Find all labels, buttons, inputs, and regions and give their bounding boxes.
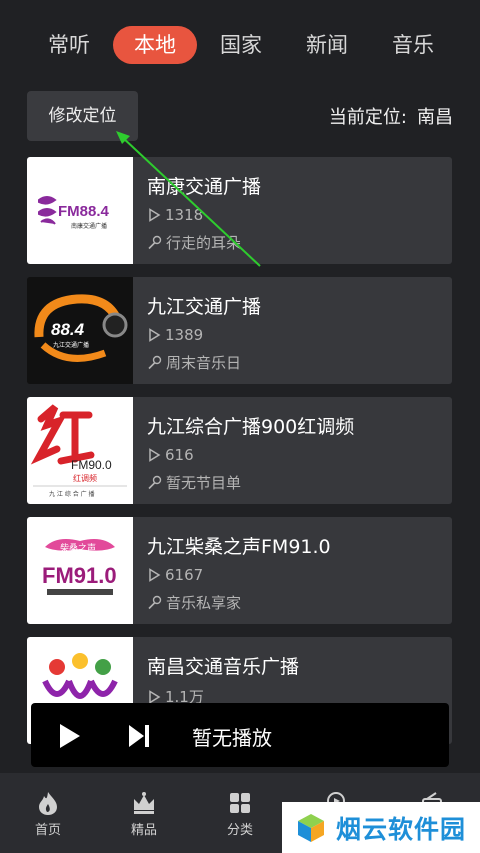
nav-premium-label: 精品 [130, 823, 157, 838]
watermark-text: 烟云软件园 [336, 814, 467, 844]
cube-logo-icon [298, 813, 324, 842]
play-count-value: 1389 [165, 326, 204, 344]
station-card[interactable]: 88.4 九江交通广播 九江交通广播 1389 周末音乐日 [27, 277, 452, 384]
current-location-label: 当前定位: [328, 107, 407, 128]
station-cover: 88.4 九江交通广播 [27, 277, 133, 384]
host-name: 周末音乐日 [166, 354, 242, 372]
tab-national[interactable]: 国家 [199, 26, 283, 64]
svg-text:红调频: 红调频 [73, 473, 97, 483]
svg-text:FM88.4: FM88.4 [58, 203, 110, 220]
play-count: 6167 [147, 566, 203, 584]
nav-home[interactable]: 首页 [0, 773, 96, 853]
play-count-icon [149, 208, 161, 222]
host: 暂无节目单 [147, 472, 241, 493]
play-count: 1389 [147, 326, 203, 344]
host: 周末音乐日 [147, 352, 241, 373]
host: 音乐私享家 [147, 592, 241, 613]
tab-news[interactable]: 新闻 [285, 26, 369, 64]
player-status: 暂无播放 [192, 726, 272, 750]
svg-text:九江交通广播: 九江交通广播 [53, 341, 89, 349]
nav-home-label: 首页 [34, 823, 61, 838]
svg-text:FM90.0: FM90.0 [71, 458, 112, 472]
station-cover: 柴桑之声 FM91.0 [27, 517, 133, 624]
current-location: 当前定位: 南昌 [329, 103, 453, 129]
play-count-icon [149, 689, 161, 704]
flame-icon [39, 792, 57, 815]
station-cover: FM88.4 南康交通广播 [27, 157, 133, 264]
tab-local[interactable]: 本地 [113, 26, 197, 64]
svg-text:FM91.0: FM91.0 [42, 563, 117, 588]
host-name: 音乐私享家 [166, 594, 242, 612]
station-list: FM88.4 南康交通广播 南康交通广播 1318 行走的耳朵 88.4 九江交… [27, 157, 452, 757]
edit-location-button[interactable]: 修改定位 [27, 91, 138, 141]
crown-icon [134, 792, 154, 814]
nav-premium[interactable]: 精品 [96, 773, 192, 853]
svg-text:南康交通广播: 南康交通广播 [71, 222, 107, 230]
station-card[interactable]: FM88.4 南康交通广播 南康交通广播 1318 行走的耳朵 [27, 157, 452, 264]
microphone-icon [148, 595, 162, 610]
host-name: 暂无节目单 [166, 474, 242, 492]
play-count-value: 616 [165, 446, 194, 464]
svg-text:柴桑之声: 柴桑之声 [60, 542, 96, 554]
svg-text:九 江 综 合 广 播: 九 江 综 合 广 播 [49, 490, 95, 498]
station-card[interactable]: 柴桑之声 FM91.0 九江柴桑之声FM91.0 6167 音乐私享家 [27, 517, 452, 624]
station-card[interactable]: FM90.0 红调频 九 江 综 合 广 播 九江综合广播900红调频 616 … [27, 397, 452, 504]
station-cover: FM90.0 红调频 九 江 综 合 广 播 [27, 397, 133, 504]
current-location-city: 南昌 [417, 107, 453, 128]
category-tabs: 常听 本地 国家 新闻 音乐 [0, 22, 480, 68]
station-title: 南康交通广播 [147, 176, 262, 198]
site-watermark: 烟云软件园 [282, 802, 480, 853]
play-count: 616 [147, 446, 194, 464]
microphone-icon [148, 355, 162, 370]
play-count-icon [149, 328, 161, 342]
station-title: 九江交通广播 [147, 296, 262, 318]
play-count-icon [149, 448, 161, 462]
microphone-icon [148, 475, 162, 490]
play-count-value: 1318 [165, 206, 204, 224]
location-row: 修改定位 当前定位: 南昌 [27, 91, 455, 143]
microphone-icon [148, 235, 162, 250]
svg-text:88.4: 88.4 [51, 320, 85, 339]
play-count-icon [149, 568, 161, 582]
nav-category[interactable]: 分类 [192, 773, 288, 853]
play-icon[interactable] [58, 723, 82, 749]
tab-changting[interactable]: 常听 [27, 26, 111, 64]
station-title: 南昌交通音乐广播 [147, 656, 300, 678]
grid-icon [230, 793, 250, 813]
station-title: 九江综合广播900红调频 [147, 416, 355, 438]
mini-player[interactable]: 暂无播放 [31, 703, 449, 767]
host-name: 行走的耳朵 [166, 234, 242, 252]
station-title: 九江柴桑之声FM91.0 [147, 536, 331, 558]
nav-category-label: 分类 [226, 823, 253, 838]
host: 行走的耳朵 [147, 232, 241, 253]
tab-music[interactable]: 音乐 [371, 26, 455, 64]
play-count-value: 6167 [165, 566, 204, 584]
play-count: 1318 [147, 206, 203, 224]
next-track-icon[interactable] [127, 724, 151, 748]
